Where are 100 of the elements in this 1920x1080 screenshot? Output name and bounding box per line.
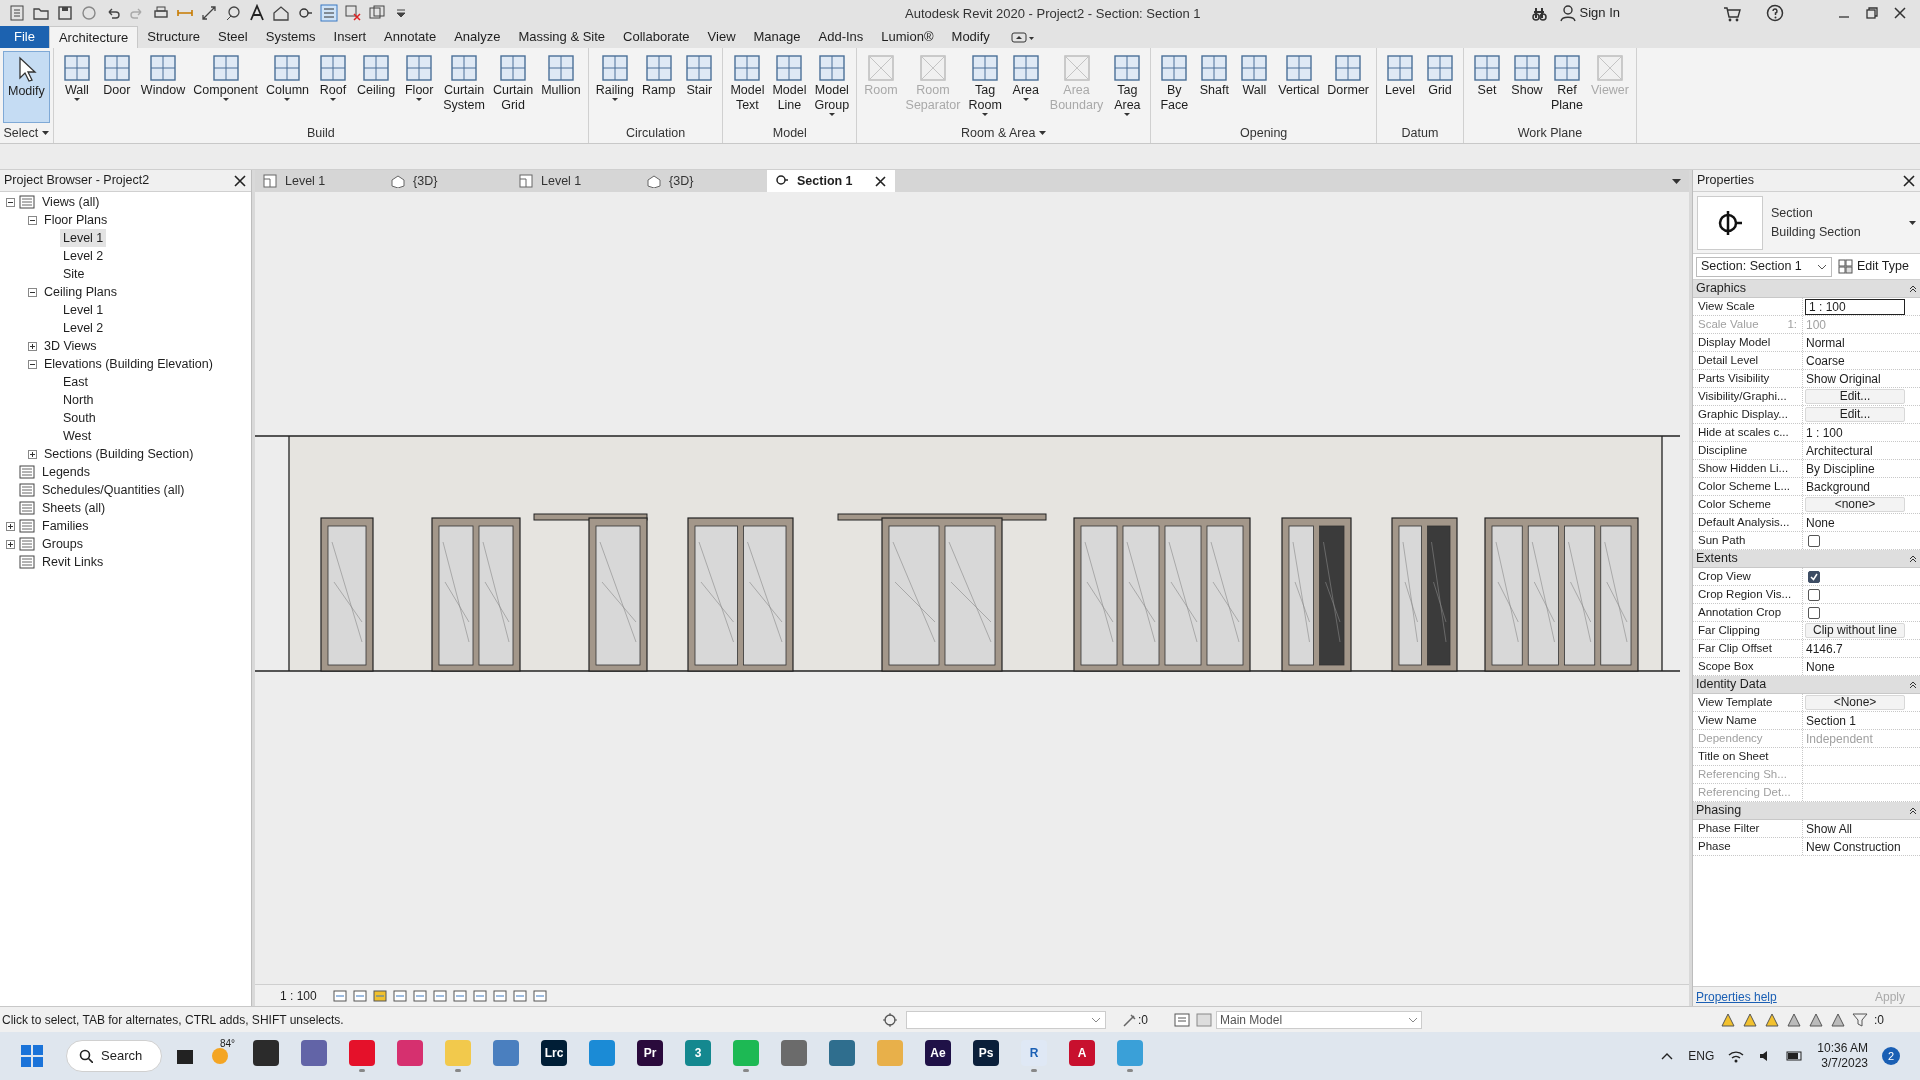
property-input[interactable]: 1 : 100 — [1805, 298, 1905, 315]
ribbon-tool-button[interactable]: Shaft — [1194, 51, 1235, 123]
ribbon-tool-button[interactable]: Column — [261, 51, 313, 123]
close-icon[interactable] — [874, 174, 887, 188]
tree-item[interactable]: Revit Links — [39, 552, 107, 572]
collapse-icon[interactable] — [6, 197, 15, 207]
expand-icon[interactable] — [28, 449, 37, 459]
ribbon-tab[interactable]: Modify — [942, 26, 999, 48]
language-indicator[interactable]: ENG — [1688, 1047, 1715, 1065]
tree-item[interactable]: Site — [60, 264, 88, 284]
close-icon[interactable] — [1902, 173, 1916, 188]
ribbon-tab[interactable]: Lumion® — [872, 26, 943, 48]
expand-icon[interactable] — [6, 539, 15, 549]
tree-item[interactable]: North — [60, 390, 97, 410]
tree-item[interactable]: Floor Plans — [41, 210, 111, 230]
ribbon-tab[interactable]: Steel — [209, 26, 257, 48]
ribbon-tool-button[interactable]: Curtain Grid — [488, 51, 538, 123]
thin-lines-icon[interactable] — [320, 4, 338, 22]
collapse-icon[interactable] — [28, 287, 37, 297]
ribbon-tab[interactable]: Analyze — [445, 26, 510, 48]
file-tab[interactable]: File — [0, 26, 49, 48]
chevron-up-icon[interactable] — [1660, 1051, 1675, 1061]
ribbon-tool-button[interactable]: Model Text — [726, 51, 769, 123]
ribbon-tab[interactable]: Architecture — [48, 26, 139, 48]
ribbon-tool-button[interactable]: Area — [1005, 51, 1046, 123]
ribbon-tool-button[interactable]: Set — [1467, 51, 1507, 123]
tree-item[interactable]: Legends — [39, 462, 93, 482]
ribbon-tool-button[interactable]: Railing — [591, 51, 639, 123]
collapse-icon[interactable] — [1909, 806, 1917, 815]
text-icon[interactable] — [248, 4, 266, 22]
checkbox[interactable] — [1808, 570, 1820, 583]
ribbon-tab[interactable]: Massing & Site — [509, 26, 615, 48]
checkbox[interactable] — [1808, 588, 1820, 601]
tree-item[interactable]: Schedules/Quantities (all) — [39, 480, 188, 500]
checkbox[interactable] — [1808, 606, 1820, 619]
ribbon-tool-button[interactable]: Vertical — [1274, 51, 1324, 123]
clock-time[interactable]: 10:36 AM — [1817, 1041, 1868, 1056]
ribbon-tool-button[interactable]: By Face — [1154, 51, 1195, 123]
ribbon-tool-button[interactable]: Roof — [313, 51, 353, 123]
document-tab[interactable]: Section 1 — [767, 170, 895, 192]
document-tab[interactable]: Level 1 — [511, 170, 639, 192]
battery-icon[interactable] — [1786, 1048, 1804, 1064]
close-icon[interactable] — [1892, 5, 1908, 21]
sign-in-button[interactable]: Sign In — [1559, 3, 1620, 23]
ribbon-tab[interactable]: Annotate — [375, 26, 446, 48]
ribbon-tool-button[interactable]: Window — [136, 51, 190, 123]
document-tab[interactable]: {3D} — [639, 170, 767, 192]
tree-item[interactable]: West — [60, 426, 95, 446]
expand-icon[interactable] — [28, 341, 37, 351]
expand-icon[interactable] — [6, 521, 15, 531]
property-button[interactable]: Clip without line — [1805, 623, 1905, 638]
filter-icon[interactable] — [1852, 1011, 1868, 1028]
ribbon-tool-button[interactable]: Floor — [399, 51, 440, 123]
property-button[interactable]: <None> — [1805, 695, 1905, 710]
tree-item[interactable]: Level 2 — [60, 318, 107, 338]
ribbon-tool-button[interactable]: Curtain System — [439, 51, 489, 123]
collapse-icon[interactable] — [1909, 554, 1917, 563]
restore-icon[interactable] — [1864, 5, 1880, 21]
ribbon-tab[interactable]: Systems — [256, 26, 325, 48]
view-scale-label[interactable]: 1 : 100 — [280, 986, 317, 1005]
switch-windows-icon[interactable] — [368, 4, 386, 22]
dropdown-caret-icon[interactable] — [1039, 131, 1047, 135]
document-tab[interactable]: Level 1 — [255, 170, 383, 192]
property-button[interactable]: Edit... — [1805, 389, 1905, 404]
checkbox[interactable] — [1808, 534, 1820, 547]
collapse-icon[interactable] — [1909, 680, 1917, 689]
ribbon-tool-button[interactable]: Wall — [1234, 51, 1275, 123]
ribbon-tool-button[interactable]: Modify — [3, 51, 50, 123]
filter-edit-icon[interactable] — [1122, 1011, 1136, 1028]
ribbon-tool-button[interactable]: Model Group — [810, 51, 854, 123]
worksets-icon[interactable] — [1174, 1011, 1190, 1028]
panel-toggle-icon[interactable] — [1010, 31, 1035, 43]
tree-item[interactable]: East — [60, 372, 91, 392]
ribbon-tab[interactable]: Add-Ins — [809, 26, 873, 48]
tree-item[interactable]: 3D Views — [41, 336, 100, 356]
ribbon-tab[interactable]: Insert — [324, 26, 376, 48]
collapse-icon[interactable] — [28, 215, 37, 225]
taskbar-search[interactable]: Search — [66, 1040, 162, 1072]
ribbon-tool-button[interactable]: Grid — [1420, 51, 1460, 123]
ribbon-tool-button[interactable]: Tag Area — [1107, 51, 1148, 123]
windows-start-icon[interactable] — [20, 1044, 44, 1068]
tree-item[interactable]: Ceiling Plans — [41, 282, 120, 302]
tree-item[interactable]: Level 1 — [60, 228, 107, 248]
ribbon-tab[interactable]: Collaborate — [614, 26, 699, 48]
ribbon-tool-button[interactable]: Mullion — [537, 51, 585, 123]
ribbon-tool-button[interactable]: Stair — [679, 51, 720, 123]
tree-item[interactable]: Level 1 — [60, 300, 107, 320]
properties-help-link[interactable]: Properties help — [1696, 987, 1777, 1006]
close-views-icon[interactable] — [344, 4, 362, 22]
property-button[interactable]: Edit... — [1805, 407, 1905, 422]
clock-date[interactable]: 3/7/2023 — [1821, 1056, 1868, 1071]
collapse-icon[interactable] — [28, 359, 37, 369]
instance-dropdown[interactable]: Section: Section 1 — [1696, 256, 1832, 277]
tree-item[interactable]: Groups — [39, 534, 86, 554]
close-icon[interactable] — [233, 173, 247, 188]
notification-badge[interactable]: 2 — [1882, 1047, 1900, 1065]
house-icon[interactable] — [272, 4, 290, 22]
ribbon-tool-button[interactable]: Ref Plane — [1547, 51, 1587, 123]
tree-item[interactable]: Families — [39, 516, 92, 536]
dimension-icon[interactable] — [200, 4, 218, 22]
